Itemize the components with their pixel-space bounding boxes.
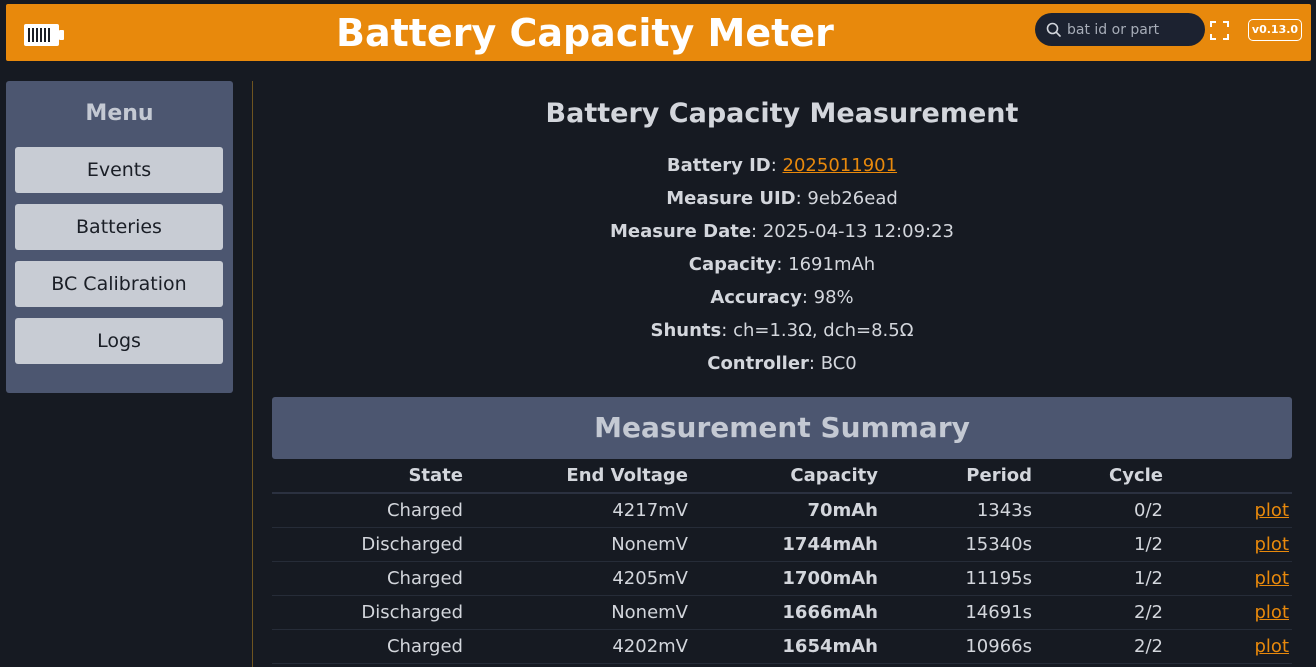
- cell-plot: plot: [1163, 562, 1290, 595]
- cell-end-voltage: 4205mV: [612, 568, 688, 589]
- capacity-line: Capacity: 1691mAh: [688, 254, 876, 275]
- table-row: Charged 4202mV 1654mAh 10966s 2/2 plot: [272, 630, 1292, 664]
- plot-link[interactable]: plot: [1255, 602, 1290, 623]
- table-row: Charged 4217mV 70mAh 1343s 0/2 plot: [272, 494, 1292, 528]
- column-header-state: State: [408, 465, 463, 486]
- capacity-value: 1691mAh: [788, 254, 876, 275]
- search-input[interactable]: [1067, 19, 1197, 40]
- sidebar-divider: [252, 81, 253, 667]
- measure-uid-label: Measure UID: [666, 188, 796, 209]
- cell-capacity: 1654mAh: [782, 636, 878, 657]
- table-header-row: State End Voltage Capacity Period Cycle: [272, 459, 1292, 494]
- capacity-label: Capacity: [688, 254, 777, 275]
- controller-value: BC0: [820, 353, 857, 374]
- controller-line: Controller: BC0: [707, 353, 857, 374]
- battery-id-line: Battery ID: 2025011901: [666, 155, 898, 176]
- cell-capacity: 1744mAh: [782, 534, 878, 555]
- cell-end-voltage: 4217mV: [612, 500, 688, 521]
- column-header-cycle: Cycle: [1109, 465, 1163, 486]
- page-title: Battery Capacity Measurement: [545, 98, 1019, 129]
- cell-plot: plot: [1163, 596, 1290, 629]
- cell-end-voltage: NonemV: [611, 534, 688, 555]
- table-row: Discharged NonemV 1666mAh 14691s 2/2 plo…: [272, 596, 1292, 630]
- sidebar-menu: Menu Events Batteries BC Calibration Log…: [6, 81, 233, 393]
- plot-link[interactable]: plot: [1255, 568, 1290, 589]
- summary-table: State End Voltage Capacity Period Cycle …: [272, 459, 1292, 664]
- menu-item-events[interactable]: Events: [15, 147, 223, 193]
- cell-cycle: 2/2: [1134, 602, 1163, 623]
- cell-state: Charged: [386, 568, 463, 589]
- cell-plot: plot: [1163, 494, 1290, 527]
- cell-period: 11195s: [965, 568, 1032, 589]
- plot-link[interactable]: plot: [1255, 636, 1290, 657]
- cell-end-voltage: 4202mV: [612, 636, 688, 657]
- cell-cycle: 1/2: [1134, 534, 1163, 555]
- search-box[interactable]: [1035, 13, 1205, 46]
- fullscreen-icon[interactable]: [1210, 21, 1229, 44]
- measure-date-value: 2025-04-13 12:09:23: [762, 221, 954, 242]
- cell-period: 14691s: [965, 602, 1032, 623]
- cell-plot: plot: [1163, 528, 1290, 561]
- accuracy-line: Accuracy: 98%: [710, 287, 854, 308]
- cell-state: Charged: [386, 636, 463, 657]
- menu-item-batteries[interactable]: Batteries: [15, 204, 223, 250]
- shunts-value: ch=1.3Ω, dch=8.5Ω: [733, 320, 914, 341]
- table-row: Charged 4205mV 1700mAh 11195s 1/2 plot: [272, 562, 1292, 596]
- table-row: Discharged NonemV 1744mAh 15340s 1/2 plo…: [272, 528, 1292, 562]
- cell-end-voltage: NonemV: [611, 602, 688, 623]
- app-title: Battery Capacity Meter: [336, 11, 834, 55]
- cell-cycle: 1/2: [1134, 568, 1163, 589]
- menu-item-logs[interactable]: Logs: [15, 318, 223, 364]
- column-header-capacity: Capacity: [790, 465, 878, 486]
- cell-capacity: 70mAh: [807, 500, 878, 521]
- menu-item-bc-calibration[interactable]: BC Calibration: [15, 261, 223, 307]
- cell-state: Discharged: [361, 602, 463, 623]
- measure-uid-line: Measure UID: 9eb26ead: [666, 188, 898, 209]
- plot-link[interactable]: plot: [1255, 534, 1290, 555]
- cell-period: 1343s: [976, 500, 1032, 521]
- battery-id-label: Battery ID: [666, 155, 771, 176]
- cell-cycle: 0/2: [1134, 500, 1163, 521]
- cell-state: Charged: [386, 500, 463, 521]
- shunts-line: Shunts: ch=1.3Ω, dch=8.5Ω: [650, 320, 914, 341]
- menu-title: Menu: [85, 101, 154, 126]
- battery-id-link[interactable]: 2025011901: [783, 155, 898, 176]
- cell-period: 10966s: [965, 636, 1032, 657]
- column-header-period: Period: [966, 465, 1032, 486]
- cell-period: 15340s: [965, 534, 1032, 555]
- accuracy-value: 98%: [813, 287, 854, 308]
- cell-state: Discharged: [361, 534, 463, 555]
- controller-label: Controller: [707, 353, 809, 374]
- measure-date-line: Measure Date: 2025-04-13 12:09:23: [609, 221, 954, 242]
- cell-plot: plot: [1163, 630, 1290, 663]
- plot-link[interactable]: plot: [1255, 500, 1290, 521]
- summary-title: Measurement Summary: [272, 397, 1292, 459]
- cell-capacity: 1666mAh: [782, 602, 878, 623]
- search-icon: [1046, 22, 1061, 41]
- cell-cycle: 2/2: [1134, 636, 1163, 657]
- cell-capacity: 1700mAh: [782, 568, 878, 589]
- version-badge: v0.13.0: [1248, 19, 1302, 41]
- column-header-end-voltage: End Voltage: [566, 465, 688, 486]
- shunts-label: Shunts: [650, 320, 722, 341]
- measure-date-label: Measure Date: [609, 221, 752, 242]
- battery-icon: [24, 24, 64, 50]
- measure-uid-value: 9eb26ead: [807, 188, 898, 209]
- accuracy-label: Accuracy: [710, 287, 802, 308]
